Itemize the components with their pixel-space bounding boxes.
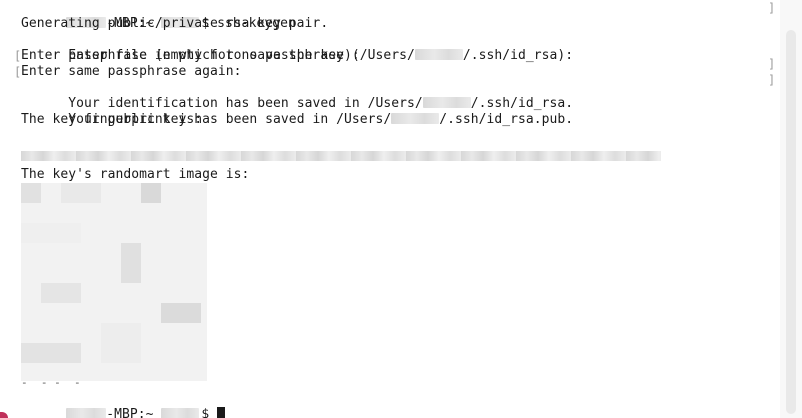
redacted-user bbox=[66, 408, 107, 418]
terminal-window: -MBP:~ $ ssh-keygen Generating public/pr… bbox=[0, 0, 802, 418]
prompt-symbol: $ bbox=[201, 407, 210, 418]
prompt-line: -MBP:~ $ bbox=[21, 391, 226, 418]
redacted-username bbox=[391, 113, 440, 124]
line-bracket: [ bbox=[14, 65, 22, 79]
terminal-output[interactable]: -MBP:~ $ ssh-keygen Generating public/pr… bbox=[0, 0, 780, 418]
output-line: The key fingerprint is: bbox=[21, 112, 203, 127]
output-text: /.ssh/id_rsa): bbox=[462, 48, 574, 63]
redacted-username bbox=[414, 49, 463, 60]
line-bracket: ] bbox=[768, 73, 776, 87]
redacted-fingerprint bbox=[21, 151, 661, 161]
output-line: Generating public/private rsa key pair. bbox=[21, 16, 329, 31]
redacted-username bbox=[161, 408, 200, 418]
output-line: Enter file in which to save the key (/Us… bbox=[21, 32, 573, 63]
prompt-host: -MBP:~ bbox=[106, 407, 162, 418]
scrollbar-thumb[interactable] bbox=[786, 30, 796, 414]
redacted-randomart bbox=[21, 183, 207, 381]
prompt-line: -MBP:~ $ ssh-keygen bbox=[21, 0, 296, 31]
scrollbar-track[interactable] bbox=[780, 0, 802, 418]
randomart-border: - - - - bbox=[21, 376, 81, 389]
output-line: Your public key has been saved in /Users… bbox=[21, 96, 573, 127]
output-line: Enter same passphrase again: bbox=[21, 64, 242, 79]
line-bracket: [ bbox=[14, 49, 22, 63]
line-bracket: ] bbox=[768, 1, 776, 15]
output-line: The key's randomart image is: bbox=[21, 167, 250, 182]
text-cursor bbox=[217, 407, 226, 418]
output-text: /.ssh/id_rsa.pub. bbox=[439, 112, 574, 127]
output-line: Enter passphrase (empty for no passphras… bbox=[21, 48, 360, 63]
line-bracket: ] bbox=[768, 57, 776, 71]
output-line: Your identification has been saved in /U… bbox=[21, 80, 573, 111]
